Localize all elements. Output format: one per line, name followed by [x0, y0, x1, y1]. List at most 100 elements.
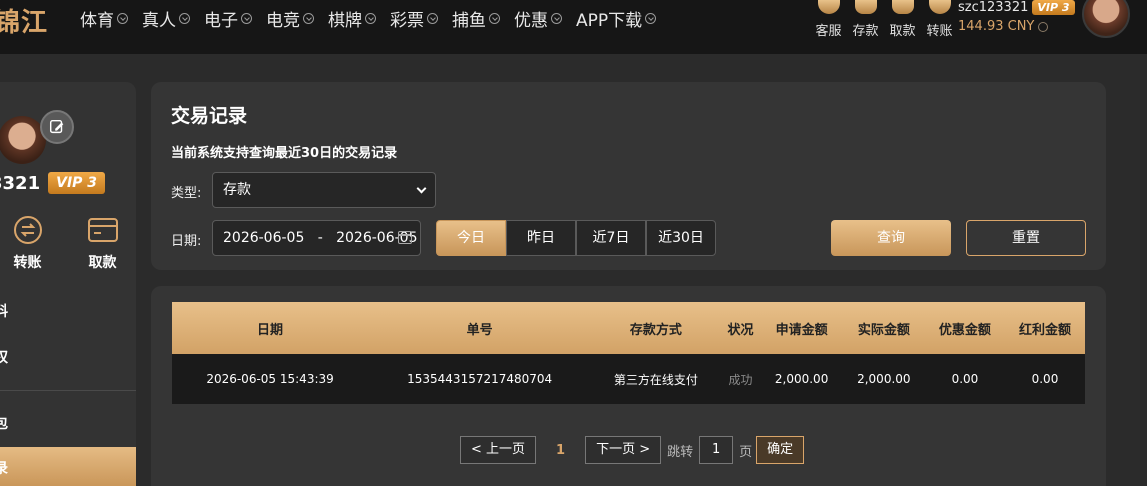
user-sidebar: 3321 VIP 3 转账 取款 料 权 包 录 [0, 82, 136, 486]
cell-actual-amount: 2,000.00 [842, 354, 925, 404]
vip-badge: VIP 3 [48, 172, 106, 194]
quick-link-label: 客服 [815, 24, 842, 39]
range-30days-button[interactable]: 近30日 [646, 220, 716, 256]
column-header: 申请金额 [760, 302, 843, 354]
user-info[interactable]: szc123321 VIP 3 144.93 CNY [958, 0, 1075, 34]
withdraw-icon [891, 0, 914, 14]
jump-label: 跳转 [667, 444, 694, 460]
jump-confirm-button[interactable]: 确定 [756, 436, 805, 464]
nav-item-sports[interactable]: 体育 [80, 6, 128, 31]
nav-item-cards[interactable]: 棋牌 [328, 6, 376, 31]
nav-label: 彩票 [390, 10, 424, 31]
username-row: szc123321 VIP 3 [958, 0, 1075, 15]
nav-item-live[interactable]: 真人 [142, 6, 190, 31]
type-label: 类型: [171, 186, 202, 201]
action-label: 取款 [88, 255, 117, 271]
username: szc123321 [958, 0, 1029, 15]
transaction-filter-panel: 交易记录 当前系统支持查询最近30日的交易记录 类型: 存款 日期: 2026-… [151, 82, 1106, 270]
table-row: 2026-06-05 15:43:39 1535443157217480704 … [172, 354, 1085, 404]
sidebar-item-wallet[interactable]: 包 [0, 402, 136, 446]
type-select-value: 存款 [223, 182, 251, 198]
date-range-value: 2026-06-05 - 2026-06-05 [223, 230, 418, 246]
column-header: 优惠金额 [924, 302, 1005, 354]
range-yesterday-button[interactable]: 昨日 [506, 220, 576, 256]
customer-service-icon [817, 0, 840, 14]
current-page[interactable]: 1 [556, 443, 565, 458]
cell-bonus-amount: 0.00 [1004, 354, 1085, 404]
reset-button[interactable]: 重置 [966, 220, 1086, 256]
transfer-link[interactable]: 转账 [921, 0, 958, 39]
column-header: 实际金额 [842, 302, 925, 354]
column-header: 日期 [172, 302, 369, 354]
type-select[interactable]: 存款 [212, 172, 436, 208]
page-unit-label: 页 [739, 444, 753, 460]
quick-link-label: 存款 [852, 24, 879, 39]
brand-logo[interactable]: 锦江 [0, 2, 48, 39]
page-subtitle: 当前系统支持查询最近30日的交易记录 [171, 146, 398, 161]
balance: 144.93 CNY [958, 19, 1035, 34]
column-header: 单号 [368, 302, 592, 354]
nav-item-slots[interactable]: 电子 [204, 6, 252, 31]
cell-deposit-method: 第三方在线支付 [591, 354, 721, 404]
chevron-down-icon [117, 12, 128, 24]
chevron-down-icon [489, 12, 500, 24]
withdraw-action[interactable]: 取款 [65, 214, 136, 272]
profile-avatar [0, 116, 46, 164]
chevron-down-icon [551, 12, 562, 24]
table-header-row: 日期 单号 存款方式 状况 申请金额 实际金额 优惠金额 红利金额 [172, 302, 1085, 354]
date-range-input[interactable]: 2026-06-05 - 2026-06-05 [212, 220, 421, 256]
range-7days-button[interactable]: 近7日 [576, 220, 646, 256]
main-nav: 体育 真人 电子 电竞 棋牌 彩票 捕鱼 优惠 APP下载 [80, 6, 670, 31]
transfer-action[interactable]: 转账 [0, 214, 65, 272]
page-jump-input[interactable]: 1 [699, 436, 734, 464]
nav-label: 真人 [142, 10, 176, 31]
transfer-icon [928, 0, 951, 14]
nav-label: 电竞 [266, 10, 300, 31]
withdraw-link[interactable]: 取款 [884, 0, 921, 39]
column-header: 红利金额 [1004, 302, 1085, 354]
cell-status: 成功 [720, 354, 761, 404]
edit-profile-button[interactable] [40, 110, 74, 144]
chevron-down-icon [179, 12, 190, 24]
chevron-down-icon [241, 12, 252, 24]
nav-item-app-download[interactable]: APP下载 [576, 6, 657, 31]
column-header: 状况 [720, 302, 761, 354]
refresh-icon[interactable] [1038, 21, 1049, 32]
transaction-table-panel: 日期 单号 存款方式 状况 申请金额 实际金额 优惠金额 红利金额 2026-0… [151, 286, 1106, 486]
customer-service-link[interactable]: 客服 [810, 0, 847, 39]
balance-row[interactable]: 144.93 CNY [958, 19, 1075, 34]
prev-page-button[interactable]: < 上一页 [460, 436, 537, 464]
card-icon [65, 214, 136, 246]
deposit-link[interactable]: 存款 [847, 0, 884, 39]
sidebar-item-records[interactable]: 录 [0, 447, 136, 486]
quick-link-label: 取款 [889, 24, 916, 39]
quick-links: 客服 存款 取款 转账 [810, 0, 958, 39]
nav-label: 电子 [204, 10, 238, 31]
top-navbar: 锦江 体育 真人 电子 电竞 棋牌 彩票 捕鱼 优惠 APP下载 客服 存款 取… [0, 0, 1147, 54]
page-title: 交易记录 [171, 105, 248, 127]
nav-item-fishing[interactable]: 捕鱼 [452, 6, 500, 31]
sidebar-item-profile[interactable]: 料 [0, 290, 136, 334]
cell-date: 2026-06-05 15:43:39 [172, 354, 369, 404]
nav-label: 体育 [80, 10, 114, 31]
cell-requested-amount: 2,000.00 [760, 354, 843, 404]
nav-item-lottery[interactable]: 彩票 [390, 6, 438, 31]
chevron-down-icon [365, 12, 376, 24]
chevron-down-icon [645, 12, 657, 24]
nav-item-promotions[interactable]: 优惠 [514, 6, 562, 31]
range-today-button[interactable]: 今日 [436, 220, 506, 256]
calendar-icon [398, 231, 412, 244]
query-button[interactable]: 查询 [831, 220, 951, 256]
action-label: 转账 [13, 255, 42, 271]
chevron-down-icon [303, 12, 314, 24]
next-page-button[interactable]: 下一页 > [585, 436, 662, 464]
chevron-down-icon [427, 12, 438, 24]
nav-item-esports[interactable]: 电竞 [266, 6, 314, 31]
sidebar-divider [0, 390, 136, 391]
nav-label: 优惠 [514, 10, 548, 31]
date-label: 日期: [171, 234, 202, 249]
nav-label: 棋牌 [328, 10, 362, 31]
avatar[interactable] [1082, 0, 1130, 38]
sidebar-item-rights[interactable]: 权 [0, 336, 136, 380]
sidebar-username: 3321 [0, 172, 41, 194]
